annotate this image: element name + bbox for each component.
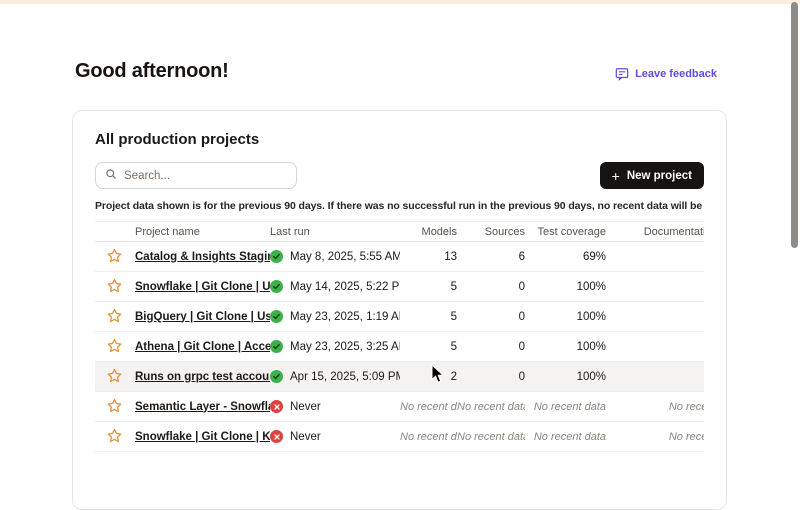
favorite-star-icon[interactable]	[107, 278, 122, 293]
plus-icon: +	[612, 169, 620, 183]
data-notice: Project data shown is for the previous 9…	[95, 200, 704, 212]
doc-coverage-value	[606, 302, 704, 332]
success-check-icon	[270, 310, 283, 323]
table-row[interactable]: Catalog & Insights Staging... May 8, 202…	[95, 242, 704, 272]
panel-controls: + New project	[95, 162, 704, 189]
last-run-value: Apr 15, 2025, 5:09 PM BST	[290, 371, 400, 383]
column-last-run: Last run	[270, 222, 400, 242]
feedback-icon	[615, 67, 629, 81]
doc-coverage-value	[606, 242, 704, 272]
project-link[interactable]: BigQuery | Git Clone | User...	[135, 311, 270, 323]
test-coverage-value: 100%	[525, 302, 606, 332]
leave-feedback-link[interactable]: Leave feedback	[615, 67, 717, 81]
error-x-icon	[270, 430, 283, 443]
favorite-star-icon[interactable]	[107, 368, 122, 383]
success-check-icon	[270, 280, 283, 293]
table-row[interactable]: Snowflake | Git Clone | Key... Never No …	[95, 422, 704, 452]
column-doc-coverage: Documentation coverage	[606, 222, 704, 242]
sources-value: 6	[457, 242, 525, 272]
favorite-star-icon[interactable]	[107, 428, 122, 443]
models-value: 5	[400, 302, 457, 332]
last-run-value: Never	[290, 431, 321, 443]
project-link[interactable]: Athena | Git Clone | Acces...	[135, 341, 270, 353]
last-run-value: May 8, 2025, 5:55 AM BST	[290, 251, 400, 263]
favorite-star-icon[interactable]	[107, 308, 122, 323]
last-run-value: May 14, 2025, 5:22 PM BST	[290, 281, 400, 293]
project-link[interactable]: Snowflake | Git Clone | Use...	[135, 281, 270, 293]
sources-value: 0	[457, 362, 525, 392]
favorite-star-icon[interactable]	[107, 398, 122, 413]
models-value: No recent data	[400, 392, 457, 422]
table-row[interactable]: Athena | Git Clone | Acces... May 23, 20…	[95, 332, 704, 362]
column-project-name: Project name	[135, 222, 270, 242]
models-value: 2	[400, 362, 457, 392]
success-check-icon	[270, 340, 283, 353]
test-coverage-value: 69%	[525, 242, 606, 272]
search-icon	[105, 167, 117, 185]
table-row[interactable]: Snowflake | Git Clone | Use... May 14, 2…	[95, 272, 704, 302]
page-title: Good afternoon!	[75, 60, 229, 83]
projects-panel: All production projects + New project Pr…	[72, 110, 727, 510]
test-coverage-value: 100%	[525, 362, 606, 392]
last-run-value: May 23, 2025, 3:25 AM BST	[290, 341, 400, 353]
table-row-hovered[interactable]: Runs on grpc test account Apr 15, 2025, …	[95, 362, 704, 392]
favorite-star-icon[interactable]	[107, 248, 122, 263]
doc-coverage-value: No recent data	[606, 392, 704, 422]
error-x-icon	[270, 400, 283, 413]
favorite-star-icon[interactable]	[107, 338, 122, 353]
feedback-label: Leave feedback	[635, 68, 717, 80]
models-value: 5	[400, 332, 457, 362]
test-coverage-value: No recent data	[525, 422, 606, 452]
project-link[interactable]: Semantic Layer - Snowflake	[135, 401, 270, 413]
models-value: No recent data	[400, 422, 457, 452]
new-project-label: New project	[627, 170, 692, 182]
sources-value: 0	[457, 272, 525, 302]
doc-coverage-value	[606, 272, 704, 302]
success-check-icon	[270, 370, 283, 383]
doc-coverage-value	[606, 332, 704, 362]
test-coverage-value: 100%	[525, 272, 606, 302]
table-row[interactable]: Semantic Layer - Snowflake Never No rece…	[95, 392, 704, 422]
sources-value: No recent data	[457, 392, 525, 422]
table-header-row: Project name Last run Models Sources Tes…	[95, 222, 704, 242]
top-accent-strip	[0, 0, 800, 4]
test-coverage-value: No recent data	[525, 392, 606, 422]
project-link[interactable]: Catalog & Insights Staging...	[135, 251, 270, 263]
project-link[interactable]: Snowflake | Git Clone | Key...	[135, 431, 270, 443]
doc-coverage-value	[606, 362, 704, 392]
project-link[interactable]: Runs on grpc test account	[135, 371, 270, 383]
test-coverage-value: 100%	[525, 332, 606, 362]
projects-table: Project name Last run Models Sources Tes…	[95, 221, 704, 452]
column-sources: Sources	[457, 222, 525, 242]
table-row[interactable]: BigQuery | Git Clone | User... May 23, 2…	[95, 302, 704, 332]
sources-value: No recent data	[457, 422, 525, 452]
projects-table-container: Project name Last run Models Sources Tes…	[95, 221, 704, 452]
sources-value: 0	[457, 332, 525, 362]
column-models: Models	[400, 222, 457, 242]
last-run-value: Never	[290, 401, 321, 413]
search-input[interactable]	[124, 170, 287, 182]
success-check-icon	[270, 250, 283, 263]
doc-coverage-value: No recent data	[606, 422, 704, 452]
column-star	[95, 222, 135, 242]
models-value: 5	[400, 272, 457, 302]
panel-title: All production projects	[95, 131, 704, 148]
column-test-coverage: Test coverage	[525, 222, 606, 242]
last-run-value: May 23, 2025, 1:19 AM BST	[290, 311, 400, 323]
new-project-button[interactable]: + New project	[600, 162, 704, 189]
search-box[interactable]	[95, 162, 297, 189]
sources-value: 0	[457, 302, 525, 332]
models-value: 13	[400, 242, 457, 272]
vertical-scrollbar[interactable]	[791, 2, 798, 248]
